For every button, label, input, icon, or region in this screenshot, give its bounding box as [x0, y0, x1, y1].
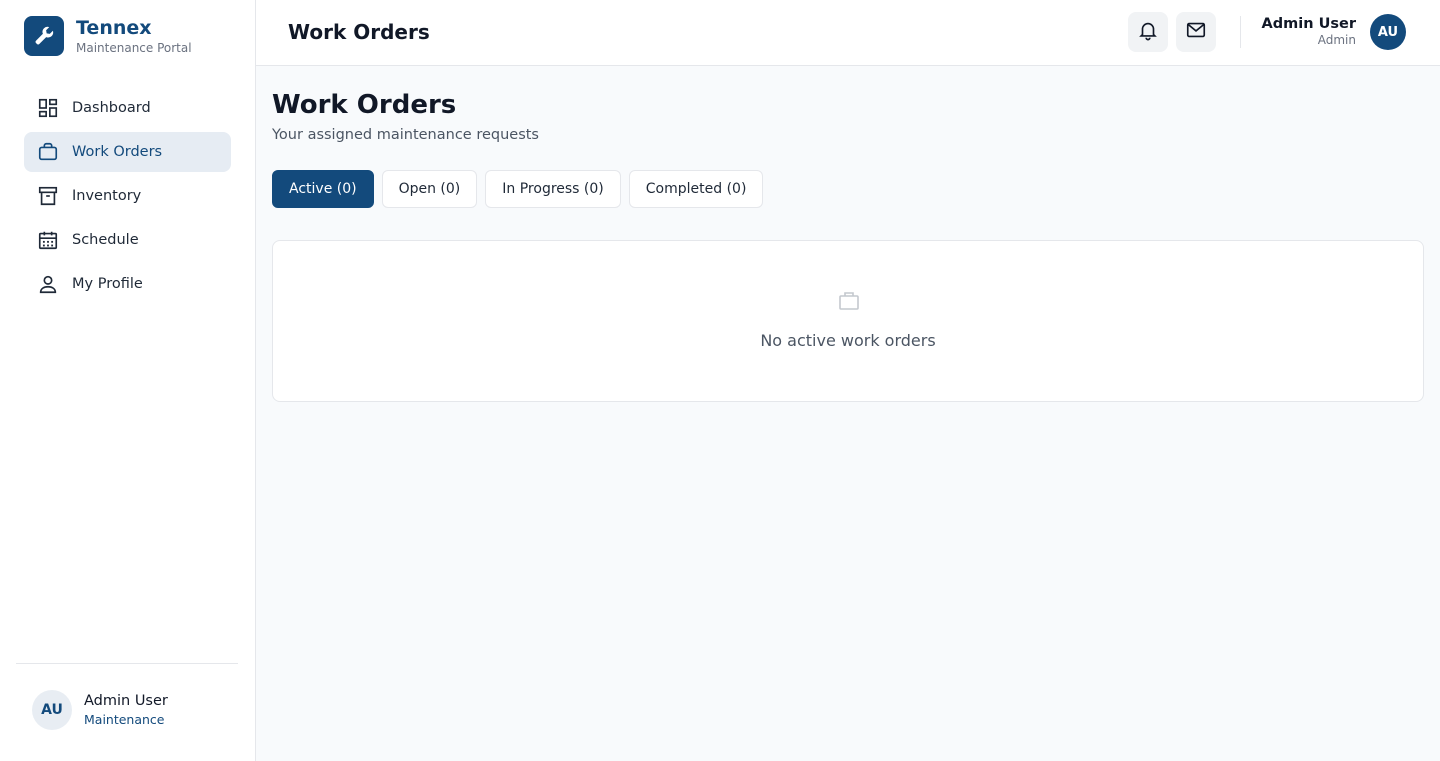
empty-state-message: No active work orders [760, 331, 936, 350]
user-icon [36, 272, 60, 296]
sidebar-user-role: Maintenance [84, 712, 165, 727]
sidebar-item-schedule[interactable]: Schedule [24, 220, 231, 260]
archive-box-icon [36, 184, 60, 208]
sidebar-item-label: Inventory [72, 188, 142, 204]
mail-icon [1185, 19, 1207, 45]
topbar-user-name: Admin User [1261, 16, 1356, 32]
bell-icon [1137, 19, 1159, 45]
divider [1240, 16, 1241, 48]
tab-completed[interactable]: Completed (0) [628, 170, 764, 208]
empty-state-card: No active work orders [272, 240, 1424, 402]
messages-button[interactable] [1176, 12, 1216, 52]
sidebar-footer: AU Admin User Maintenance [16, 663, 238, 730]
page-subtitle: Your assigned maintenance requests [272, 127, 539, 143]
notifications-button[interactable] [1128, 12, 1168, 52]
sidebar-item-work-orders[interactable]: Work Orders [24, 132, 231, 172]
sidebar-item-label: Schedule [72, 232, 139, 248]
sidebar-item-label: My Profile [72, 276, 143, 292]
avatar[interactable]: AU [1370, 14, 1406, 50]
tab-open[interactable]: Open (0) [381, 170, 478, 208]
sidebar: Tennex Maintenance Portal Dashboard Work… [0, 0, 256, 761]
status-tabs: Active (0) Open (0) In Progress (0) Comp… [272, 170, 771, 208]
sidebar-item-dashboard[interactable]: Dashboard [24, 88, 231, 128]
brand[interactable]: Tennex Maintenance Portal [24, 16, 192, 56]
briefcase-icon [837, 289, 861, 313]
dashboard-icon [36, 96, 60, 120]
tab-in-progress[interactable]: In Progress (0) [485, 170, 621, 208]
sidebar-user-name: Admin User [84, 693, 168, 709]
avatar: AU [32, 690, 72, 730]
topbar-title: Work Orders [288, 20, 430, 44]
topbar-user-info[interactable]: Admin User Admin [1262, 15, 1356, 48]
sidebar-item-label: Dashboard [72, 100, 151, 116]
sidebar-item-label: Work Orders [72, 144, 163, 160]
wrench-icon [24, 16, 64, 56]
sidebar-item-my-profile[interactable]: My Profile [24, 264, 231, 304]
sidebar-nav: Dashboard Work Orders Inventory Schedule… [24, 88, 231, 308]
top-bar: Work Orders Admin User Admin AU [256, 0, 1440, 66]
briefcase-icon [36, 140, 60, 164]
tab-active[interactable]: Active (0) [272, 170, 374, 208]
sidebar-user[interactable]: AU Admin User Maintenance [32, 690, 168, 730]
sidebar-item-inventory[interactable]: Inventory [24, 176, 231, 216]
brand-name: Tennex [76, 16, 152, 39]
page-title: Work Orders [272, 90, 457, 120]
calendar-icon [36, 228, 60, 252]
brand-subtitle: Maintenance Portal [76, 40, 192, 55]
topbar-user-role: Admin [1317, 33, 1356, 47]
